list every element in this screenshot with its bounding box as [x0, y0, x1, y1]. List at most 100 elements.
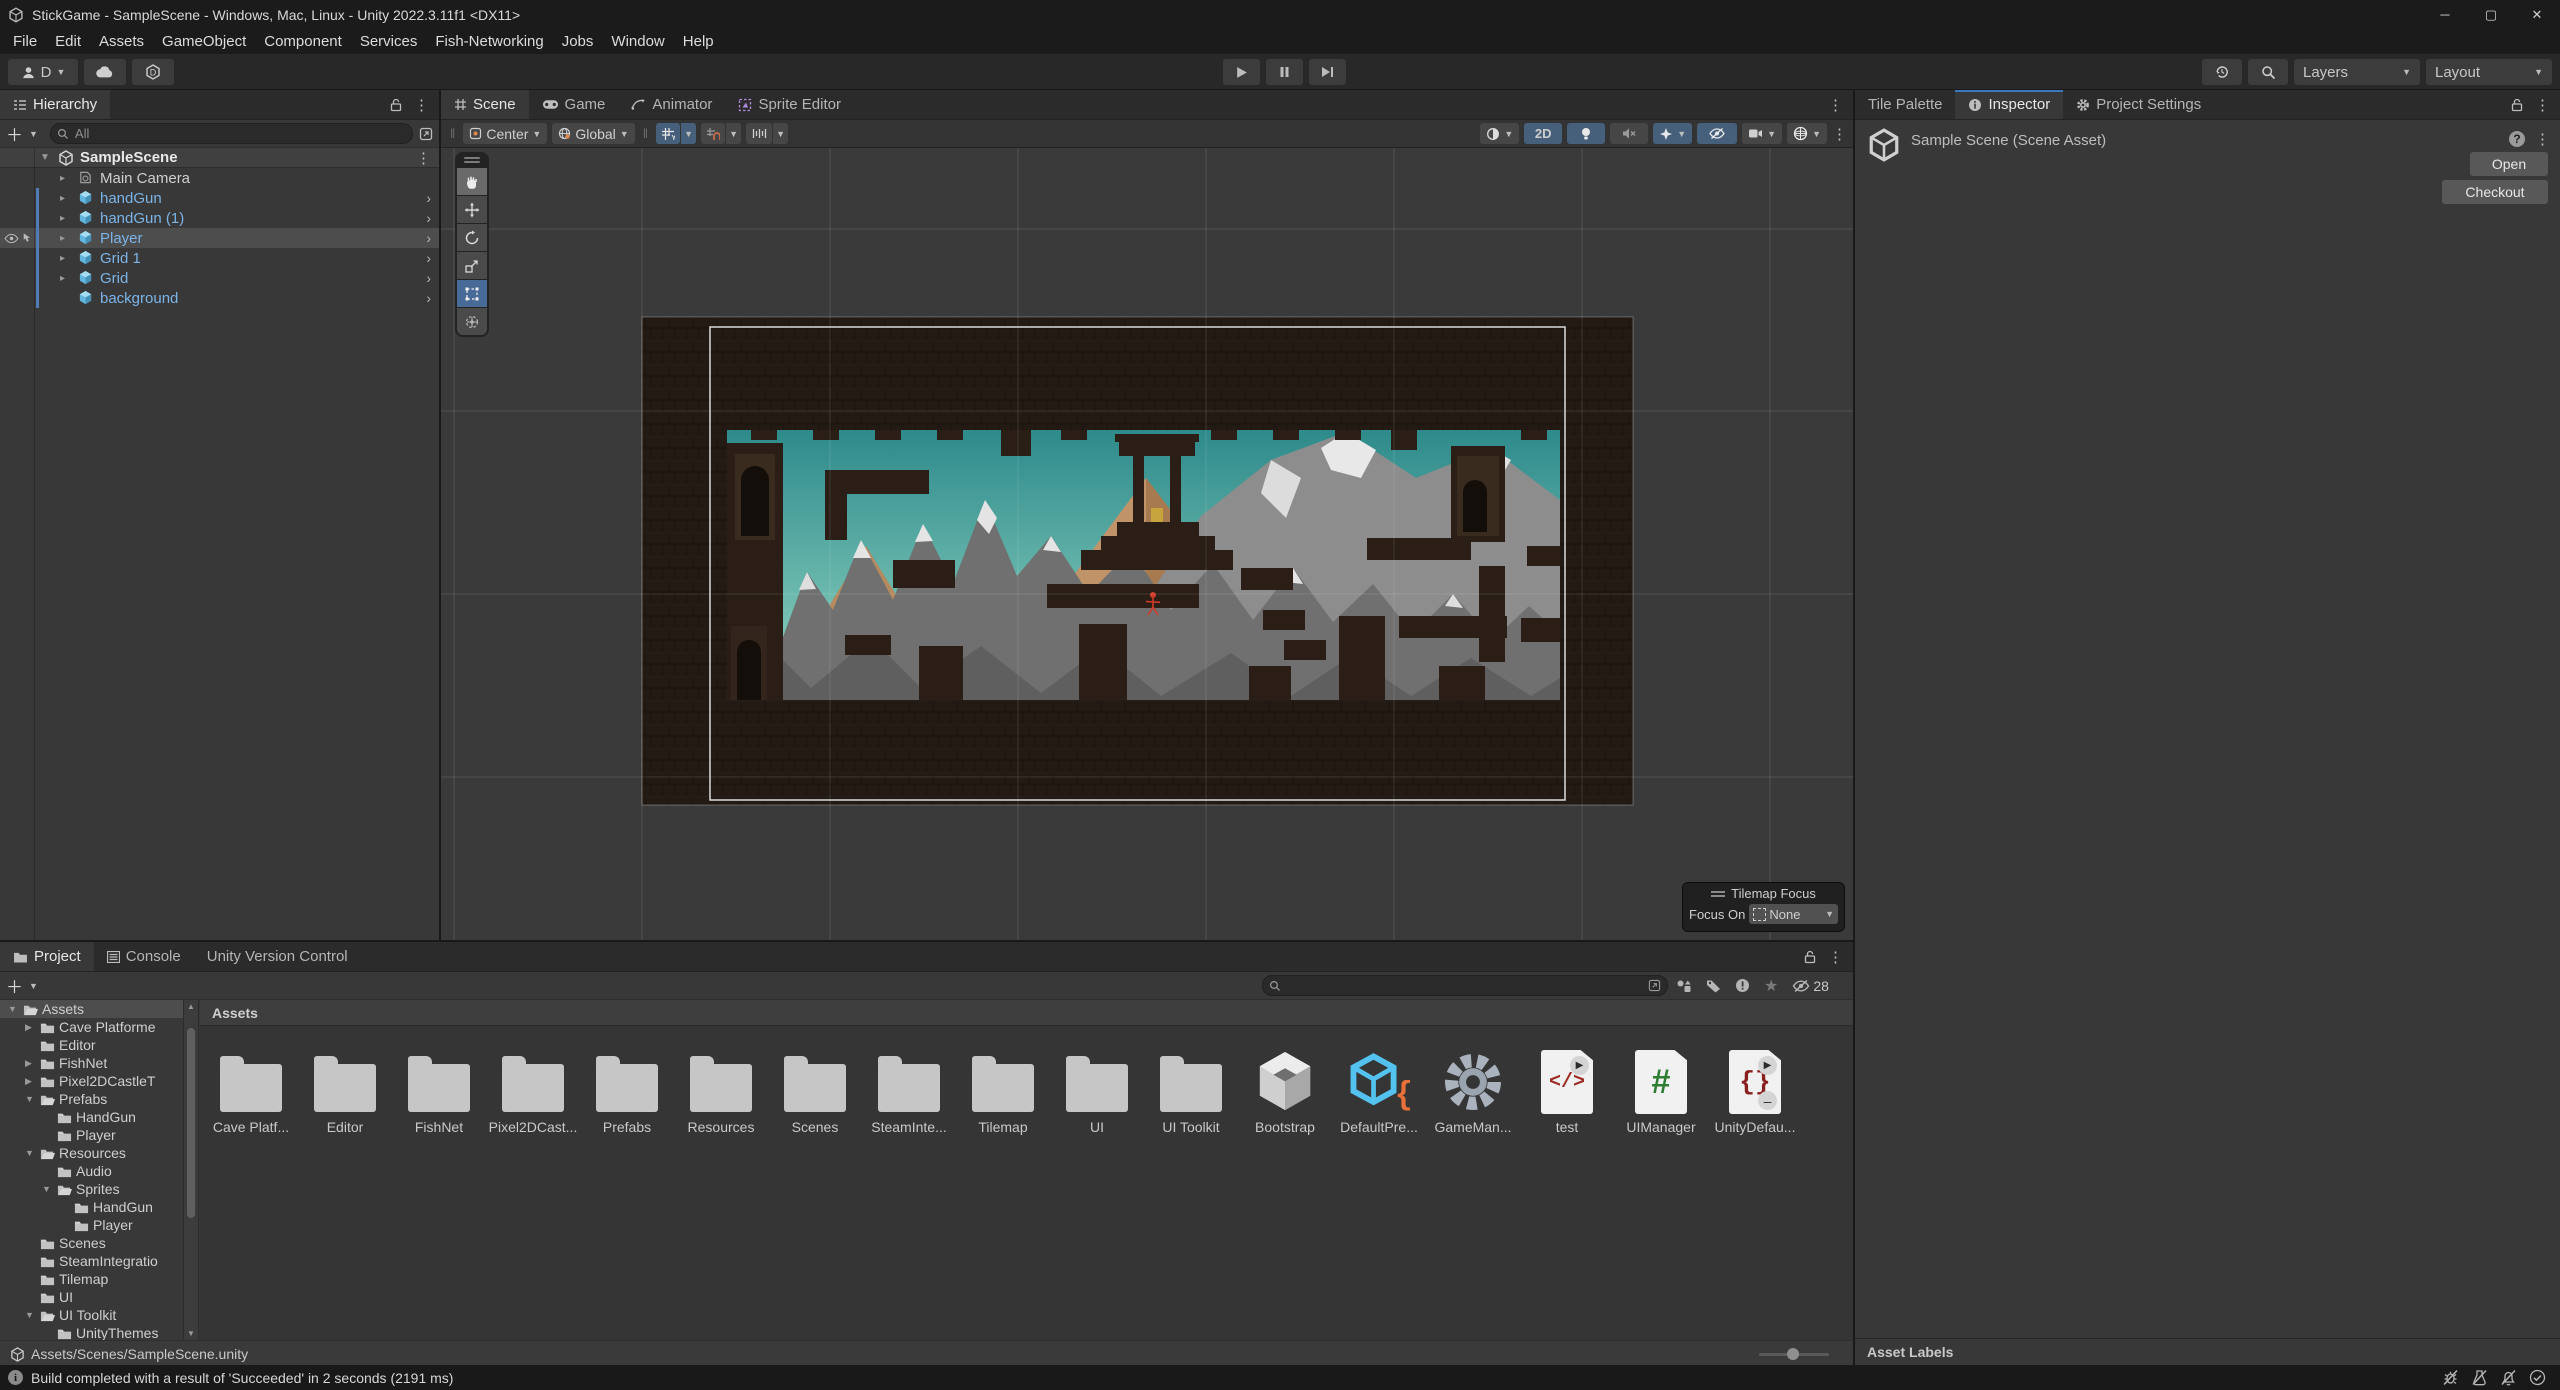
asset-ui[interactable]: UI — [1050, 1030, 1144, 1135]
prefab-open-chevron[interactable]: › — [426, 270, 431, 286]
hidden-assets-indicator[interactable]: 28 — [1792, 978, 1829, 994]
menu-fish-networking[interactable]: Fish-Networking — [426, 29, 552, 54]
layout-dropdown[interactable]: Layout▼ — [2426, 59, 2552, 85]
tree-item-resources[interactable]: ▼Resources — [0, 1144, 183, 1162]
expand-arrow[interactable]: ▼ — [25, 1148, 34, 1158]
prefab-open-chevron[interactable]: › — [426, 230, 431, 246]
project-search-input[interactable] — [1285, 977, 1644, 994]
minimize-button[interactable]: ─ — [2422, 0, 2468, 29]
tree-item-fishnet[interactable]: ▶FishNet — [0, 1054, 183, 1072]
expand-badge-icon[interactable]: ▶ — [1758, 1056, 1777, 1075]
tree-item-assets[interactable]: ▼Assets — [0, 1000, 183, 1018]
tree-item-steamintegratio[interactable]: SteamIntegratio — [0, 1252, 183, 1270]
asset-defaultpre-[interactable]: {}DefaultPre... — [1332, 1030, 1426, 1135]
project-tree-scrollbar[interactable]: ▲ ▼ — [183, 1000, 199, 1340]
open-window-icon[interactable] — [419, 127, 433, 141]
tab-project[interactable]: Project — [0, 942, 94, 971]
project-menu-icon[interactable]: ⋮ — [1828, 948, 1843, 966]
orientation-dropdown[interactable]: Global▼ — [552, 123, 634, 144]
project-search[interactable] — [1262, 975, 1668, 996]
close-button[interactable]: ✕ — [2514, 0, 2560, 29]
hierarchy-item-grid[interactable]: ▸Grid› — [0, 268, 439, 288]
palette-drag-handle[interactable] — [457, 155, 487, 165]
tab-console[interactable]: Console — [94, 942, 194, 971]
cloud-button[interactable] — [84, 59, 126, 85]
plastic-hub-button[interactable]: D — [132, 59, 174, 85]
lock-icon[interactable] — [390, 98, 402, 112]
menu-edit[interactable]: Edit — [46, 29, 90, 54]
expand-arrow[interactable]: ▸ — [60, 173, 65, 184]
asset-test[interactable]: </>▶test — [1520, 1030, 1614, 1135]
camera-view-dropdown[interactable]: ▼ — [1742, 123, 1782, 144]
tree-item-unitythemes[interactable]: UnityThemes — [0, 1324, 183, 1340]
asset-cave-platf-[interactable]: Cave Platf... — [204, 1030, 298, 1135]
increment-snap-button[interactable] — [746, 123, 772, 144]
notifications-disabled-icon[interactable] — [2500, 1369, 2517, 1386]
asset-bootstrap[interactable]: Bootstrap — [1238, 1030, 1332, 1135]
hierarchy-item-handgun-1-[interactable]: ▸handGun (1)› — [0, 208, 439, 228]
overlay-drag-handle[interactable] — [1711, 891, 1725, 897]
expand-arrow[interactable]: ▶ — [25, 1058, 32, 1069]
tab-hierarchy[interactable]: Hierarchy — [0, 90, 110, 119]
tab-tile-palette[interactable]: Tile Palette — [1855, 90, 1955, 119]
lighting-toggle-button[interactable] — [1567, 123, 1605, 144]
menu-window[interactable]: Window — [602, 29, 673, 54]
tab-unity-version-control[interactable]: Unity Version Control — [194, 942, 361, 971]
menu-assets[interactable]: Assets — [90, 29, 153, 54]
step-button[interactable] — [1309, 59, 1346, 85]
tab-scene[interactable]: Scene — [441, 90, 529, 119]
expand-arrow[interactable]: ▶ — [25, 1022, 32, 1033]
asset-uimanager[interactable]: #UIManager — [1614, 1030, 1708, 1135]
expand-arrow[interactable]: ▸ — [60, 273, 65, 284]
tree-item-editor[interactable]: Editor — [0, 1036, 183, 1054]
scene-menu-icon[interactable]: ⋮ — [1828, 96, 1843, 114]
menu-jobs[interactable]: Jobs — [553, 29, 603, 54]
shading-mode-dropdown[interactable]: ▼ — [1480, 123, 1519, 144]
inspector-menu-icon[interactable]: ⋮ — [2535, 96, 2550, 114]
hierarchy-item-grid-1[interactable]: ▸Grid 1› — [0, 248, 439, 268]
menu-gameobject[interactable]: GameObject — [153, 29, 255, 54]
hierarchy-item-main-camera[interactable]: ▸Main Camera — [0, 168, 439, 188]
asset-steaminte-[interactable]: SteamInte... — [862, 1030, 956, 1135]
tab-inspector[interactable]: Inspector — [1955, 90, 2063, 119]
tree-item-player[interactable]: Player — [0, 1216, 183, 1234]
create-asset-caret[interactable]: ▼ — [29, 981, 38, 991]
layers-dropdown[interactable]: Layers▼ — [2294, 59, 2420, 85]
expand-arrow[interactable]: ▶ — [25, 1076, 32, 1087]
expand-arrow[interactable]: ▸ — [60, 213, 65, 224]
asset-ui-toolkit[interactable]: UI Toolkit — [1144, 1030, 1238, 1135]
snap-magnet-caret[interactable]: ▼ — [726, 123, 741, 144]
menu-services[interactable]: Services — [351, 29, 427, 54]
icon-zoom-slider[interactable] — [1759, 1353, 1829, 1356]
asset-prefabs[interactable]: Prefabs — [580, 1030, 674, 1135]
search-everything-button[interactable] — [2248, 59, 2288, 85]
hierarchy-item-player[interactable]: ▸Player› — [0, 228, 439, 248]
toolbar-drag-handle[interactable]: ‖ — [447, 126, 458, 141]
tree-item-handgun[interactable]: HandGun — [0, 1108, 183, 1126]
menu-file[interactable]: File — [4, 29, 46, 54]
expand-arrow[interactable]: ▸ — [60, 233, 65, 244]
tree-item-scenes[interactable]: Scenes — [0, 1234, 183, 1252]
hierarchy-search[interactable] — [50, 123, 413, 144]
tree-item-player[interactable]: Player — [0, 1126, 183, 1144]
hierarchy-item-handgun[interactable]: ▸handGun› — [0, 188, 439, 208]
hidden-objects-toggle[interactable] — [1697, 123, 1737, 144]
tab-project-settings[interactable]: Project Settings — [2063, 90, 2214, 119]
move-tool-button[interactable] — [457, 196, 487, 223]
asset-scenes[interactable]: Scenes — [768, 1030, 862, 1135]
asset-labels-section[interactable]: Asset Labels — [1855, 1338, 2560, 1365]
hierarchy-item-background[interactable]: background› — [0, 288, 439, 308]
asset-path-breadcrumb[interactable]: Assets/Scenes/SampleScene.unity — [0, 1340, 1853, 1367]
scene-viewport[interactable]: Tilemap Focus Focus On None ▼ — [441, 148, 1853, 940]
create-asset-button[interactable]: ＋ — [6, 973, 23, 998]
inspector-lock-icon[interactable] — [2511, 98, 2523, 112]
expand-arrow[interactable]: ▼ — [25, 1094, 34, 1104]
hierarchy-search-input[interactable] — [73, 125, 406, 142]
tree-item-handgun[interactable]: HandGun — [0, 1198, 183, 1216]
audio-toggle-button[interactable] — [1610, 123, 1648, 144]
asset-tilemap[interactable]: Tilemap — [956, 1030, 1050, 1135]
transform-tool-button[interactable] — [457, 308, 487, 335]
debugger-disabled-icon[interactable] — [2442, 1369, 2459, 1386]
expand-arrow[interactable]: ▼ — [40, 152, 50, 163]
tree-item-ui-toolkit[interactable]: ▼UI Toolkit — [0, 1306, 183, 1324]
